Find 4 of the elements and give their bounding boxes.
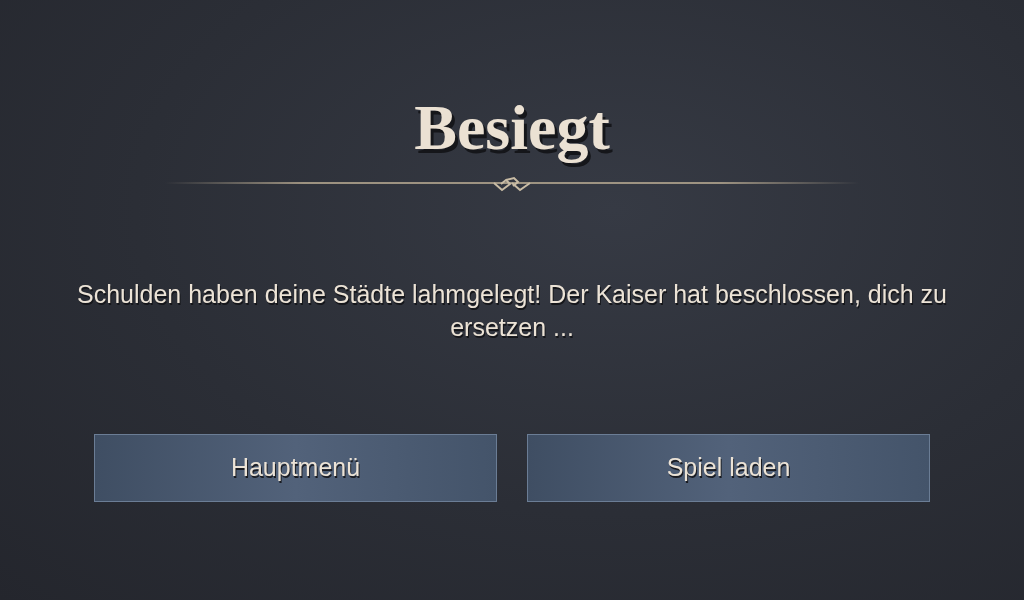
menu-button[interactable]: Hauptmenü: [94, 434, 497, 502]
defeat-message: Schulden haben deine Städte lahmgelegt! Der Kaiser hat beschlossen, dich zu ersetzen ...: [76, 279, 948, 343]
menu-button[interactable]: Spiel laden: [527, 434, 930, 502]
dialog-title: Besiegt: [414, 91, 610, 165]
